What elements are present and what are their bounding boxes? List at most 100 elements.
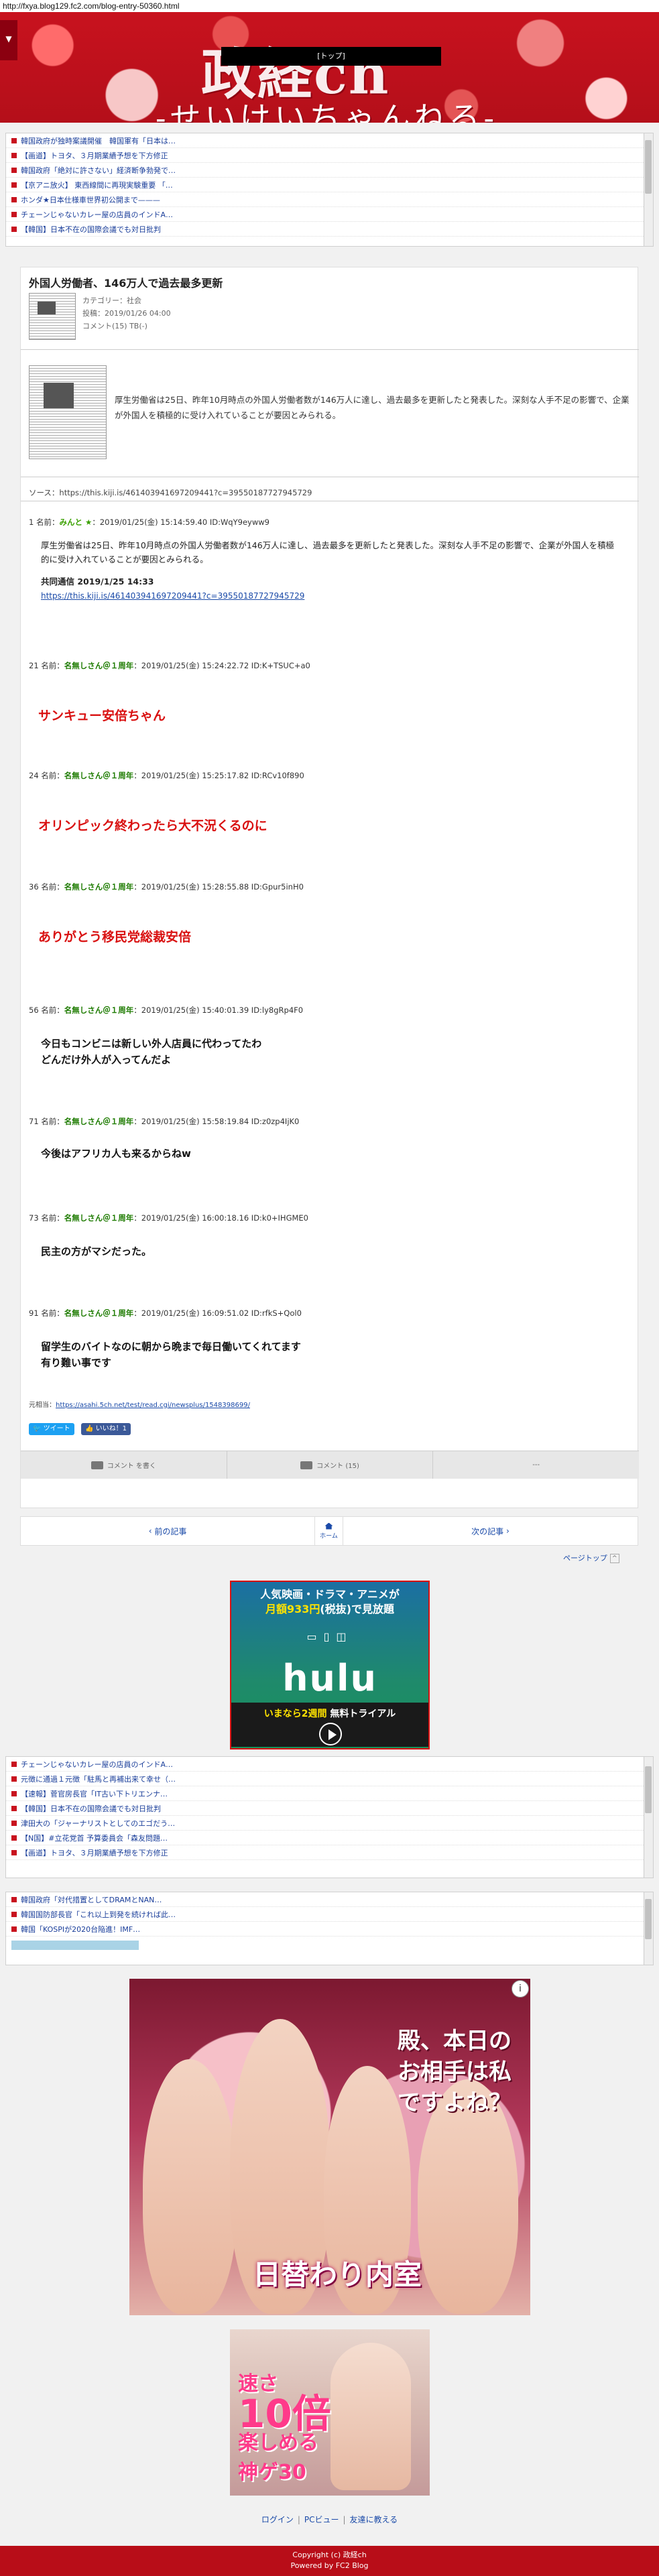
feed-item[interactable]: 【韓国】日本不在の国際会議でも対日批判 [6, 1801, 653, 1816]
feed-link[interactable]: 韓国「KOSPIが2020台陥進！IMF… [21, 1924, 140, 1935]
pc-view-link[interactable]: PCビュー [304, 2515, 339, 2524]
menu-button[interactable]: ▼ [0, 20, 17, 60]
feed-link[interactable]: 韓国政府「絶対に許さない」経済断争勃発で… [21, 165, 176, 176]
login-link[interactable]: ログイン [261, 2515, 294, 2524]
next-article-link[interactable]: 次の記事 › [343, 1517, 638, 1545]
res-meta: ：2019/01/25(金) 15:40:01.39 ID:ly8gRp4F0 [133, 1005, 304, 1015]
scroll-thumb[interactable] [645, 140, 652, 194]
feed-item[interactable]: 韓国「KOSPIが2020台陥進！IMF… [6, 1922, 653, 1937]
tweet-button[interactable]: 🐦 ツイート [29, 1423, 74, 1435]
tool-label: コメント を書く [107, 1463, 156, 1470]
response-header: 21 名前：名無しさん＠１周年：2019/01/25(金) 15:24:22.7… [29, 660, 310, 671]
feed-item[interactable]: 【韓国】日本不在の国際会議でも対日批判 [6, 222, 653, 237]
feed-item[interactable]: ホンダ★日本仕様車世界初公開まで——— [6, 192, 653, 207]
res-link[interactable]: https://this.kiji.is/461403941697209441?… [41, 591, 304, 601]
view-comments-button[interactable]: コメント (15) [227, 1451, 434, 1479]
res-line: 有り難い事です [41, 1357, 112, 1369]
category-label[interactable]: カテゴリー：社会 [82, 294, 171, 307]
bullet-icon [11, 196, 17, 202]
article-toolbar: コメント を書く コメント (15) --- [21, 1451, 639, 1479]
feed-link[interactable]: 元徴に通過１元徴「駐馬と再補出来て幸せ（… [21, 1774, 176, 1784]
feed-link[interactable]: 【画道】トヨタ、３月期業績予想を下方修正 [21, 1847, 168, 1858]
site-subtitle: -せいけいちゃんねる- [156, 100, 499, 123]
feed-item[interactable]: 【速報】菅官房長官「IT古い下トリエンナ… [6, 1786, 653, 1801]
game-ad-banner[interactable]: 殿、本日のお相手は私ですよね？ 日替わり内室 i [129, 1979, 530, 2315]
feed-scrollbar[interactable] [644, 1757, 653, 1878]
feed-item[interactable]: 元徴に通過１元徴「駐馬と再補出来て幸せ（… [6, 1772, 653, 1786]
feed-item[interactable]: 津田大の「ジャーナリストとしてのエゴだう… [6, 1816, 653, 1831]
feed-link[interactable]: 韓国政府「対代措置としてDRAMとNAN… [21, 1894, 162, 1905]
like-button[interactable]: 👍 いいね！1 [81, 1423, 131, 1435]
feed-link[interactable]: 【韓国】日本不在の国際会議でも対日批判 [21, 224, 161, 235]
feed-item[interactable]: チェーンじゃないカレー屋の店員のインドA… [6, 1757, 653, 1772]
play-icon[interactable] [319, 1723, 342, 1745]
feed-item[interactable]: 【画道】トヨタ、３月期業績予想を下方修正 [6, 1845, 653, 1860]
res-line: 今日もコンビニは新しい外人店員に代わってたわ [41, 1038, 262, 1050]
feed-scrollbar[interactable] [644, 133, 653, 246]
feed-link[interactable]: チェーンじゃないカレー屋の店員のインドA… [21, 1759, 173, 1770]
article-title[interactable]: 外国人労働者、146万人で過去最多更新 [29, 274, 223, 290]
scroll-thumb[interactable] [645, 1899, 652, 1939]
moto-link[interactable]: https://asahi.5ch.net/test/read.cgi/news… [56, 1402, 250, 1409]
powered-by[interactable]: Powered by FC2 Blog [0, 2561, 659, 2571]
res-meta: ：2019/01/25(金) 15:28:55.88 ID:Gpur5inH0 [133, 882, 304, 892]
ad-line: 楽しめる [238, 2431, 318, 2455]
feed-link[interactable]: 【N国】#立花党首 予算委員会「森友問題… [21, 1833, 168, 1843]
feed-item[interactable]: 韓国政府「絶対に許さない」経済断争勃発で… [6, 163, 653, 178]
write-comment-button[interactable]: コメント を書く [21, 1451, 227, 1479]
feed-link[interactable]: 韓国政府が独時案議開催 韓国軍有「日本は… [21, 135, 176, 146]
chevron-left-icon: ‹ [148, 1526, 155, 1536]
feed-item[interactable]: 韓国国防部長官「これ以上到発を続ければ此… [6, 1907, 653, 1922]
info-icon[interactable]: i [512, 1980, 529, 1998]
feed-item[interactable]: 韓国政府「対代措置としてDRAMとNAN… [6, 1892, 653, 1907]
bullet-icon [11, 211, 17, 217]
prev-article-link[interactable]: ‹ 前の記事 [21, 1517, 316, 1545]
feed-item[interactable]: 【京アニ放火】 東西線間に再現実験重要 「… [6, 178, 653, 192]
copyright: Copyright (c) 政経ch [292, 2551, 367, 2559]
feed-item[interactable]: 【N国】#立花党首 予算委員会「森友問題… [6, 1831, 653, 1845]
url-bar[interactable]: http://fxya.blog129.fc2.com/blog-entry-5… [0, 0, 659, 12]
res-line: 留学生のバイトなのに朝から晩まで毎日働いてくれてます [41, 1341, 301, 1353]
feed-link[interactable]: 【京アニ放火】 東西線間に再現実験重要 「… [21, 180, 173, 190]
response-text: 留学生のバイトなのに朝から晩まで毎日働いてくれてます 有り難い事です [41, 1339, 301, 1371]
hulu-cta-a: いまなら2週間 [263, 1709, 327, 1719]
trackback-button[interactable]: --- [433, 1451, 639, 1479]
feed-link[interactable]: 【韓国】日本不在の国際会議でも対日批判 [21, 1803, 161, 1814]
feed-list: 韓国政府「対代措置としてDRAMとNAN… 韓国国防部長官「これ以上到発を続けれ… [6, 1892, 653, 1950]
response-text: 今後はアフリカ人も来るからねw [41, 1148, 191, 1160]
res-name: 名無しさん＠１周年 [64, 1213, 134, 1223]
ad-line: 神ゲ30 [238, 2461, 306, 2484]
feed-item[interactable]: チェーンじゃないカレー屋の店員のインドA… [6, 207, 653, 222]
header-nav-top[interactable]: [トップ] [221, 47, 441, 66]
feed-link[interactable]: 韓国国防部長官「これ以上到発を続ければ此… [21, 1909, 176, 1920]
game-ad-small[interactable]: 速さ 10倍 楽しめる 神ゲ30 [230, 2329, 430, 2496]
feed-link[interactable]: チェーンじゃないカレー屋の店員のインドA… [21, 209, 173, 220]
feed-link[interactable]: 津田大の「ジャーナリストとしてのエゴだう… [21, 1818, 175, 1829]
res-text: 厚生労働省は25日、昨年10月時点の外国人労働者数が146万人に達し、過去最多を… [41, 540, 615, 564]
home-link[interactable]: ホーム [315, 1517, 343, 1545]
scroll-thumb[interactable] [645, 1766, 652, 1813]
twitter-icon: 🐦 [33, 1425, 44, 1432]
res-number: 21 名前： [29, 661, 64, 670]
share-link[interactable]: 友達に教える [350, 2515, 398, 2524]
bullet-icon [11, 1926, 17, 1932]
article-pager: ‹ 前の記事 ホーム 次の記事 › [20, 1516, 638, 1546]
tweet-label: ツイート [43, 1425, 70, 1432]
res-meta: ：2019/01/25(金) 15:24:22.72 ID:K+TSUC+a0 [133, 661, 310, 670]
feed-link[interactable]: 【速報】菅官房長官「IT古い下トリエンナ… [21, 1788, 168, 1799]
feed-link[interactable]: ホンダ★日本仕様車世界初公開まで——— [21, 194, 160, 205]
tool-label: --- [532, 1461, 540, 1469]
device-icons: ▭▯◫ [306, 1630, 353, 1643]
page-top-link[interactable]: ページトップ ^ [563, 1552, 619, 1563]
res-number: 36 名前： [29, 882, 64, 892]
feed-scrollbar[interactable] [644, 1892, 653, 1965]
hulu-ad[interactable]: 人気映画・ドラマ・アニメが 月額933円(税抜)で見放題 ▭▯◫ hulu いま… [230, 1581, 430, 1750]
feed-link[interactable]: 【画道】トヨタ、３月期業績予想を下方修正 [21, 150, 168, 161]
hulu-line1: 人気映画・ドラマ・アニメが [260, 1588, 400, 1601]
comment-count[interactable]: コメント(15) TB(-) [82, 320, 171, 332]
res-number: 24 名前： [29, 771, 64, 780]
feed-item[interactable]: 【画道】トヨタ、３月期業績予想を下方修正 [6, 148, 653, 163]
feed-item[interactable]: 韓国政府が独時案議開催 韓国軍有「日本は… [6, 133, 653, 148]
source-link[interactable]: ソース：https://this.kiji.is/461403941697209… [29, 487, 312, 498]
bullet-icon [11, 1896, 17, 1902]
